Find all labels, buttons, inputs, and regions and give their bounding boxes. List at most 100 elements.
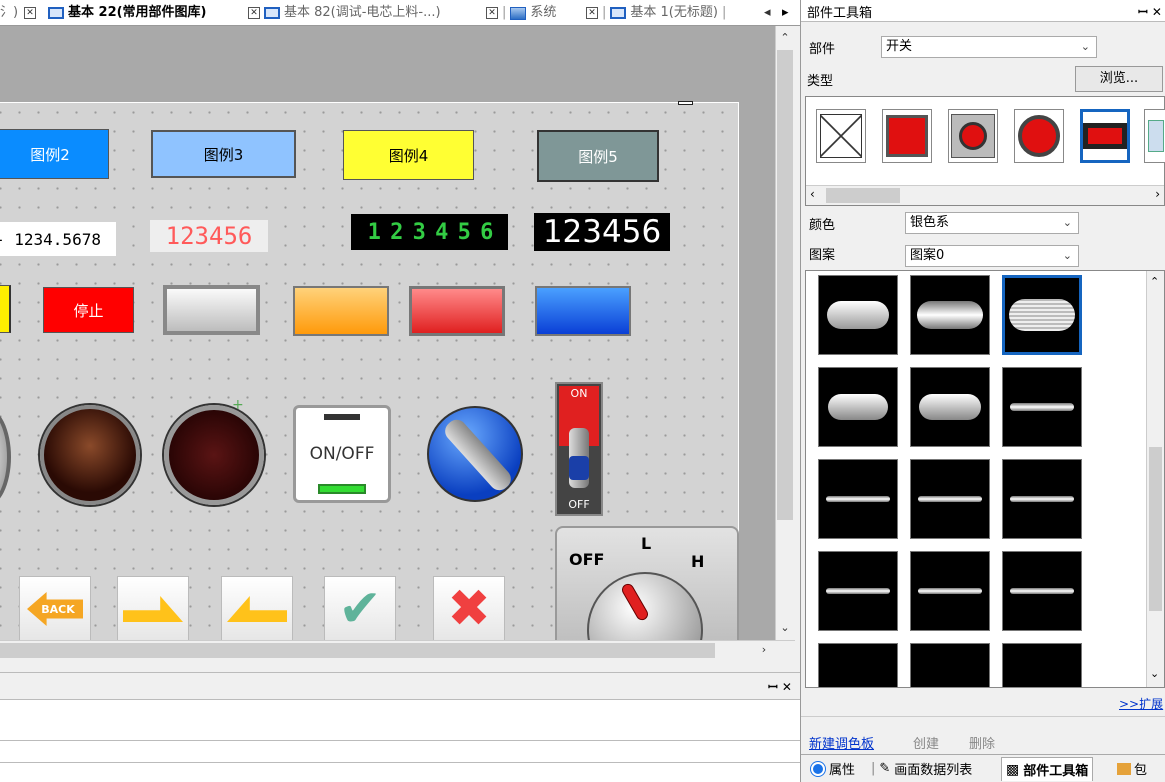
type-square-button[interactable] (882, 109, 932, 163)
pattern-tile-6[interactable] (1002, 367, 1082, 447)
pattern-tile-14[interactable] (910, 643, 990, 687)
tab-scroll-right-icon[interactable]: ▸ (782, 4, 789, 22)
type-generic-switch[interactable] (816, 109, 866, 163)
red-lamp-button[interactable] (409, 286, 505, 336)
pattern-grid[interactable]: ⌃ ⌄ (805, 270, 1165, 688)
pattern-tile-15[interactable] (1002, 643, 1082, 687)
pattern-select[interactable]: 图案0 ⌄ (905, 245, 1079, 267)
blue-lamp-button[interactable] (535, 286, 631, 336)
legend-button-3[interactable]: 图例3 (151, 130, 296, 178)
pattern-tile-13[interactable] (818, 643, 898, 687)
back-button[interactable]: BACK (19, 576, 91, 640)
scroll-right-icon[interactable]: › (1155, 187, 1160, 201)
new-palette-link[interactable]: 新建调色板 (809, 733, 874, 752)
tab-system[interactable]: ✕ | 系统 (486, 4, 556, 22)
back-label: BACK (27, 592, 83, 626)
close-icon[interactable]: ✕ (486, 7, 498, 19)
delete-link[interactable]: 删除 (969, 733, 995, 752)
pencil-icon: ✎ (879, 761, 891, 776)
pattern-tile-10[interactable] (818, 551, 898, 631)
tab-partial[interactable]: 氵) (0, 4, 18, 22)
legend-button-4[interactable]: 图例4 (343, 130, 474, 180)
yellow-button[interactable] (0, 285, 11, 333)
create-link[interactable]: 创建 (913, 733, 939, 752)
system-icon (510, 6, 527, 20)
left-arrow-button[interactable] (221, 576, 293, 640)
tab-parts-toolbox[interactable]: ▩ 部件工具箱 (1001, 757, 1094, 781)
dark-round-lamp-2[interactable] (164, 405, 264, 505)
pattern-tile-5[interactable] (910, 367, 990, 447)
output-pin-close-icon[interactable]: ꟷ ✕ (768, 678, 792, 695)
numeric-display-white[interactable]: 123456 (534, 213, 670, 251)
cancel-button[interactable]: ✖ (433, 576, 505, 640)
right-arrow-button[interactable] (117, 576, 189, 640)
onoff-switch[interactable]: ON/OFF (293, 405, 391, 503)
numeric-display-green[interactable]: 1 2 3 4 5 6 (351, 214, 508, 250)
screen-editor-canvas[interactable]: 图例2 图例3 图例4 图例5 - 1234.5678 123456 1 2 3… (0, 26, 775, 640)
confirm-button[interactable]: ✔ (324, 576, 396, 640)
part-select[interactable]: 开关 ⌄ (881, 36, 1097, 58)
pattern-grid-scroll-thumb[interactable] (1149, 447, 1162, 611)
tab-screen-data-list[interactable]: | ✎ 画面数据列表 (871, 759, 972, 778)
silver-round-lamp[interactable] (0, 407, 11, 507)
tab-scroll-left-icon[interactable]: ◂ (764, 4, 771, 22)
scroll-up-icon[interactable]: ⌃ (777, 30, 793, 46)
tab-package[interactable]: 包 (1117, 759, 1147, 778)
type-round-button[interactable] (1014, 109, 1064, 163)
close-icon[interactable]: ✕ (248, 7, 260, 19)
scroll-down-icon[interactable]: ⌄ (777, 620, 793, 636)
dark-round-lamp-1[interactable] (40, 405, 140, 505)
type-label: 类型 (807, 74, 834, 89)
toggle-switch[interactable]: ON OFF (555, 382, 603, 516)
scroll-left-icon[interactable]: ‹ (810, 187, 815, 201)
scroll-up-icon[interactable]: ⌃ (1150, 275, 1159, 288)
stop-button[interactable]: 停止 (43, 287, 134, 333)
close-icon[interactable]: ✕ (586, 7, 598, 19)
type-more[interactable] (1144, 109, 1165, 163)
type-rect-lamp-selected[interactable] (1080, 109, 1130, 163)
browse-button[interactable]: 浏览... (1075, 66, 1163, 92)
tab-properties[interactable]: 属性 (811, 759, 855, 778)
screen-icon (48, 7, 64, 19)
type-list-hscrollbar[interactable]: ‹ › (806, 185, 1164, 205)
close-icon[interactable]: ✕ (24, 7, 36, 19)
type-square-round-button[interactable] (948, 109, 998, 163)
legend-button-2[interactable]: 图例2 (0, 129, 109, 179)
pattern-tile-11[interactable] (910, 551, 990, 631)
numeric-display-red[interactable]: 123456 (150, 220, 268, 252)
type-preview-list[interactable]: ‹ › (805, 96, 1165, 206)
tab-close-button[interactable]: ✕ 基本 82(调试-电芯上料-...) (248, 4, 441, 22)
tab-close-button[interactable]: ✕ (24, 4, 36, 22)
scroll-right-icon[interactable]: › (756, 642, 772, 658)
pattern-tile-2[interactable] (910, 275, 990, 355)
legend-button-5[interactable]: 图例5 (537, 130, 659, 182)
pattern-grid-vscrollbar[interactable]: ⌃ ⌄ (1146, 271, 1164, 687)
rotary-selector-switch[interactable]: OFF L H (555, 526, 739, 640)
pattern-tile-1[interactable] (818, 275, 898, 355)
numeric-display-decimal[interactable]: - 1234.5678 (0, 222, 116, 256)
expand-link[interactable]: >>扩展 (1119, 695, 1163, 712)
pattern-tile-7[interactable] (818, 459, 898, 539)
tab-basic-1[interactable]: ✕ | 基本 1(无标题) | (586, 4, 726, 22)
orange-lamp-button[interactable] (293, 286, 389, 336)
selector-l-label: L (641, 534, 652, 553)
type-list-scroll-thumb[interactable] (826, 188, 900, 203)
package-icon (1117, 762, 1131, 775)
minimize-icon[interactable] (678, 101, 693, 105)
scroll-down-icon[interactable]: ⌄ (1150, 667, 1159, 680)
pattern-tile-9[interactable] (1002, 459, 1082, 539)
pattern-tile-4[interactable] (818, 367, 898, 447)
pattern-tile-8[interactable] (910, 459, 990, 539)
pattern-tile-12[interactable] (1002, 551, 1082, 631)
silver-lamp-button[interactable] (163, 285, 260, 335)
part-label: 部件 (809, 42, 836, 57)
toolbox-pin-close-icon[interactable]: ꟷ ✕ (1138, 3, 1162, 20)
blue-selector-switch[interactable] (427, 406, 523, 502)
pattern-tile-3-selected[interactable] (1002, 275, 1082, 355)
tab-basic-22[interactable]: 基本 22(常用部件图库) (48, 4, 207, 22)
canvas-horizontal-scroll-thumb[interactable] (0, 643, 715, 658)
canvas-vertical-scroll-thumb[interactable] (777, 50, 793, 520)
crosshair-icon: + (232, 397, 244, 413)
color-select[interactable]: 银色系 ⌄ (905, 212, 1079, 234)
screen-page[interactable]: 图例2 图例3 图例4 图例5 - 1234.5678 123456 1 2 3… (0, 102, 739, 640)
